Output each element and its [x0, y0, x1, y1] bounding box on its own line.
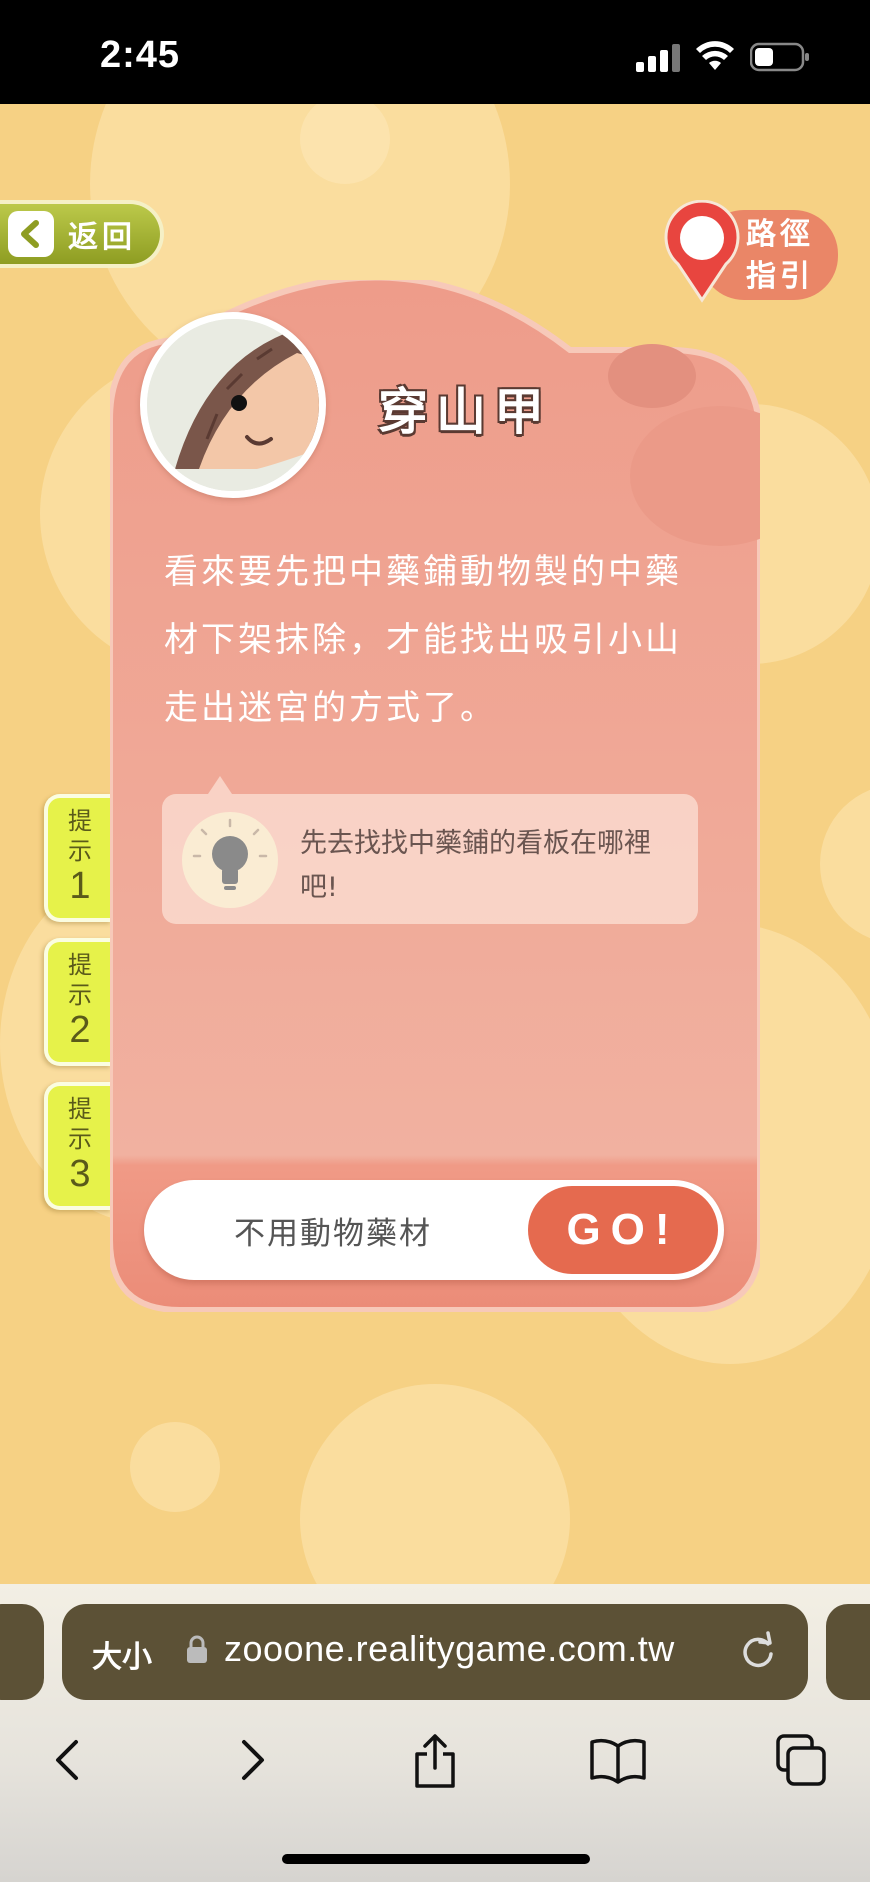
hint-tab-1[interactable]: 提示 1 [44, 794, 112, 922]
browser-chrome: 大小 zooone.realitygame.com.tw [0, 1584, 870, 1882]
text-size-button[interactable]: 大小 [92, 1632, 152, 1676]
lock-icon [187, 1635, 207, 1663]
status-time: 2:45 [100, 34, 181, 76]
cellular-signal-icon [636, 44, 680, 72]
game-screen: 返回 路徑 指引 提示 1 提示 2 提示 3 穿山甲 看來要先把中藥鋪動物製的… [0, 104, 870, 1584]
hint-text: 先去找找中藥鋪的看板在哪裡吧! [300, 828, 651, 903]
home-indicator [282, 1854, 590, 1864]
hint-tab-3[interactable]: 提示 3 [44, 1082, 112, 1210]
share-icon[interactable] [405, 1730, 465, 1790]
hint-box: 先去找找中藥鋪的看板在哪裡吧! [162, 776, 698, 924]
pangolin-avatar [140, 312, 326, 498]
back-label: 返回 [68, 220, 136, 255]
tabs-icon[interactable] [772, 1730, 832, 1790]
puzzle-card: 穿山甲 看來要先把中藥鋪動物製的中藥 材下架抹除，才能找出吸引小山 走出迷宮的方… [110, 280, 760, 1312]
status-bar: 2:45 [0, 0, 870, 104]
go-button[interactable]: GO! [528, 1186, 718, 1274]
back-button[interactable]: 返回 [0, 200, 164, 268]
next-tab-preview[interactable] [826, 1604, 870, 1700]
story-text: 看來要先把中藥鋪動物製的中藥 材下架抹除，才能找出吸引小山 走出迷宮的方式了。 [164, 552, 682, 728]
address-bar[interactable]: 大小 zooone.realitygame.com.tw [62, 1604, 808, 1700]
chevron-left-icon[interactable] [38, 1730, 98, 1790]
reload-icon[interactable] [738, 1630, 778, 1672]
answer-bar: GO! [144, 1180, 724, 1280]
chevron-left-icon [8, 211, 54, 257]
url-text: zooone.realitygame.com.tw [224, 1628, 675, 1669]
lightbulb-icon [182, 812, 278, 908]
animal-name: 穿山甲 [378, 383, 552, 441]
answer-input[interactable] [144, 1180, 524, 1280]
background-bubble [300, 1384, 570, 1584]
background-bubble [820, 784, 870, 944]
battery-icon [750, 42, 809, 72]
book-icon[interactable] [588, 1730, 648, 1790]
chevron-right-icon[interactable] [222, 1730, 282, 1790]
hint-tab-2[interactable]: 提示 2 [44, 938, 112, 1066]
background-bubble [130, 1422, 220, 1512]
previous-tab-preview[interactable] [0, 1604, 44, 1700]
wifi-icon [696, 41, 734, 70]
